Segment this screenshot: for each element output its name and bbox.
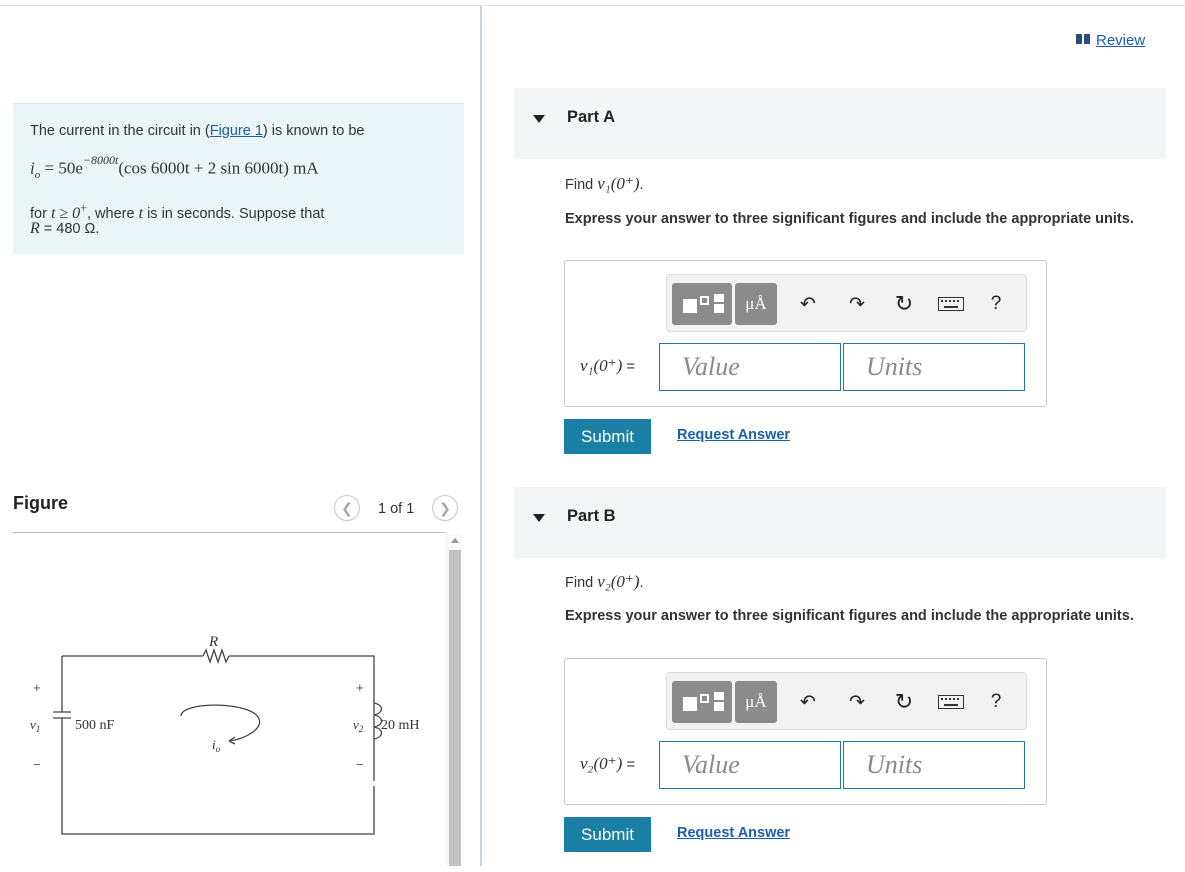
part-a-answer-box: μÅ ↶ ↷ ↻ ? v₁(0⁺) = Value Units: [564, 260, 1047, 407]
reset-icon[interactable]: ↻: [889, 687, 919, 717]
label-v1-minus: −: [33, 757, 41, 772]
undo-icon[interactable]: ↶: [793, 289, 823, 319]
part-a-request-answer-link[interactable]: Request Answer: [677, 427, 790, 443]
reset-icon[interactable]: ↻: [889, 289, 919, 319]
help-icon[interactable]: ?: [981, 687, 1011, 717]
part-b-units-input[interactable]: Units: [843, 741, 1025, 789]
resistor-symbol: [202, 647, 230, 665]
scroll-thumb[interactable]: [449, 550, 461, 866]
figure-link[interactable]: Figure 1: [210, 123, 263, 139]
problem-intro: The current in the circuit in (Figure 1)…: [30, 123, 365, 139]
figure-scrollbar[interactable]: [446, 534, 462, 866]
part-b-request-answer-link[interactable]: Request Answer: [677, 825, 790, 841]
part-b-field-label: v₂(0⁺) =: [580, 754, 636, 773]
pane-divider[interactable]: [480, 6, 482, 866]
label-inductance: 20 mH: [381, 718, 420, 733]
label-R: R: [208, 634, 218, 650]
figure-next-button[interactable]: ❯: [432, 495, 458, 521]
keyboard-icon[interactable]: [936, 289, 966, 319]
part-b-instructions: Express your answer to three significant…: [565, 608, 1134, 624]
book-icon: [1076, 34, 1090, 44]
part-a-field-label: v₁(0⁺) =: [580, 356, 636, 375]
label-v2: v2: [353, 717, 364, 734]
circuit-diagram: R 500 nF 20 mH + − v1 + − v2 io: [30, 634, 420, 835]
figure-area: R 500 nF 20 mH + − v1 + − v2 io: [13, 532, 445, 866]
label-capacitance: 500 nF: [75, 718, 115, 733]
label-v2-plus: +: [356, 680, 364, 695]
problem-statement: The current in the circuit in (Figure 1)…: [13, 103, 464, 254]
part-a-question: Find v₁(0⁺).: [565, 174, 644, 193]
redo-icon[interactable]: ↷: [842, 687, 872, 717]
capacitor-symbol: [53, 711, 71, 719]
help-icon[interactable]: ?: [981, 289, 1011, 319]
part-b-question: Find v₂(0⁺).: [565, 572, 644, 591]
current-equation: io = 50e−8000t(cos 6000t + 2 sin 6000t) …: [30, 153, 319, 182]
chevron-left-icon: ❮: [341, 499, 353, 516]
part-a-submit-button[interactable]: Submit: [564, 419, 651, 454]
scroll-up-arrow-icon[interactable]: [451, 538, 459, 543]
units-icon[interactable]: μÅ: [735, 681, 777, 723]
current-arrow-arc: [180, 704, 261, 742]
part-b-header[interactable]: Part B: [514, 487, 1166, 558]
part-a-title: Part A: [567, 108, 615, 126]
label-v1-plus: +: [33, 680, 41, 695]
figure-pager: 1 of 1: [378, 501, 415, 517]
units-icon[interactable]: μÅ: [735, 283, 777, 325]
templates-icon[interactable]: [672, 681, 732, 723]
resistor-value: R = 480 Ω.: [30, 220, 100, 237]
part-a-header[interactable]: Part A: [514, 88, 1166, 159]
top-border: [0, 5, 1185, 6]
figure-prev-button[interactable]: ❮: [334, 495, 360, 521]
part-a-instructions: Express your answer to three significant…: [565, 211, 1134, 227]
keyboard-icon[interactable]: [936, 687, 966, 717]
collapse-triangle-icon[interactable]: [533, 115, 545, 123]
part-b-value-input[interactable]: Value: [659, 741, 841, 789]
figure-title: Figure: [13, 493, 69, 513]
part-a-toolbar: μÅ ↶ ↷ ↻ ?: [666, 274, 1027, 332]
templates-icon[interactable]: [672, 283, 732, 325]
chevron-right-icon: ❯: [439, 499, 451, 516]
part-b-answer-box: μÅ ↶ ↷ ↻ ? v₂(0⁺) = Value Units: [564, 658, 1047, 805]
review-link[interactable]: Review: [1076, 32, 1145, 49]
bottom-wire: [61, 718, 375, 835]
part-a-units-input[interactable]: Units: [843, 343, 1025, 391]
part-b-title: Part B: [567, 507, 616, 525]
part-b-toolbar: μÅ ↶ ↷ ↻ ?: [666, 672, 1027, 730]
undo-icon[interactable]: ↶: [793, 687, 823, 717]
label-io: io: [212, 737, 221, 754]
collapse-triangle-icon[interactable]: [533, 514, 545, 522]
label-v2-minus: −: [356, 757, 364, 772]
label-v1: v1: [30, 717, 40, 734]
redo-icon[interactable]: ↷: [842, 289, 872, 319]
part-b-submit-button[interactable]: Submit: [564, 817, 651, 852]
part-a-value-input[interactable]: Value: [659, 343, 841, 391]
